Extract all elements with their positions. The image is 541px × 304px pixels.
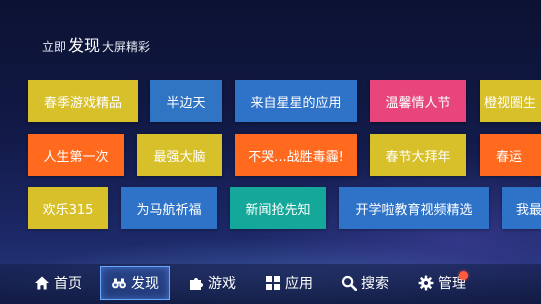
puzzle-icon bbox=[190, 278, 203, 290]
nav-label: 应用 bbox=[285, 276, 313, 292]
tile-label: 欢乐315 bbox=[42, 202, 94, 218]
tile-label: 我最 bbox=[516, 202, 541, 218]
heading-prefix: 立即 bbox=[42, 40, 67, 54]
nav-home[interactable]: 首页 bbox=[34, 266, 86, 300]
tile-label: 开学啦教育视频精选 bbox=[355, 202, 473, 218]
nav-label: 首页 bbox=[54, 276, 82, 292]
binoculars-icon bbox=[112, 278, 126, 289]
tile-spring-games[interactable]: 春季游戏精品 bbox=[28, 80, 138, 122]
nav-label: 搜索 bbox=[361, 276, 389, 292]
tile-beat-smog[interactable]: 不哭...战胜毒霾! bbox=[235, 134, 357, 176]
nav-label: 游戏 bbox=[208, 276, 236, 292]
gear-icon bbox=[418, 275, 434, 291]
tile-label: 新闻抢先知 bbox=[245, 202, 311, 218]
heading-emphasis: 发现 bbox=[68, 36, 101, 55]
tile-label: 不哭...战胜毒霾! bbox=[248, 149, 344, 165]
tile-label: 橙视圈生 bbox=[484, 95, 537, 111]
tile-school-videos[interactable]: 开学啦教育视频精选 bbox=[339, 187, 489, 229]
tile-label: 春运 bbox=[496, 149, 523, 165]
nav-games[interactable]: 游戏 bbox=[188, 266, 240, 300]
home-icon bbox=[35, 276, 49, 290]
nav-discover[interactable]: 发现 bbox=[100, 266, 170, 300]
tile-valentines[interactable]: 温馨情人节 bbox=[370, 80, 466, 122]
tile-new-year[interactable]: 春节大拜年 bbox=[370, 134, 466, 176]
section-heading: 立即 发现 大屏精彩 bbox=[42, 32, 150, 56]
nav-search[interactable]: 搜索 bbox=[341, 266, 393, 300]
tile-half-sky[interactable]: 半边天 bbox=[150, 80, 222, 122]
tile-my-best[interactable]: 我最 bbox=[502, 187, 541, 229]
nav-label: 发现 bbox=[131, 276, 159, 292]
heading-suffix: 大屏精彩 bbox=[102, 40, 151, 54]
tile-first-time[interactable]: 人生第一次 bbox=[28, 134, 124, 176]
tile-spring-travel[interactable]: 春运 bbox=[480, 134, 541, 176]
tile-label: 春节大拜年 bbox=[385, 149, 451, 165]
tile-label: 人生第一次 bbox=[43, 149, 109, 165]
tile-star-apps[interactable]: 来自星星的应用 bbox=[235, 80, 357, 122]
nav-apps[interactable]: 应用 bbox=[265, 266, 317, 300]
tile-happy-315[interactable]: 欢乐315 bbox=[28, 187, 108, 229]
tile-label: 温馨情人节 bbox=[385, 95, 451, 111]
tile-mh-prayer[interactable]: 为马航祈福 bbox=[121, 187, 217, 229]
tile-strongest-brain[interactable]: 最强大脑 bbox=[137, 134, 222, 176]
search-icon bbox=[341, 275, 357, 291]
notification-badge bbox=[459, 271, 468, 280]
tile-label: 为马航祈福 bbox=[136, 202, 202, 218]
tile-label: 春季游戏精品 bbox=[43, 95, 122, 111]
tile-label: 半边天 bbox=[166, 95, 206, 111]
tile-label: 最强大脑 bbox=[153, 149, 206, 165]
apps-grid-icon bbox=[266, 276, 280, 290]
tile-news-first[interactable]: 新闻抢先知 bbox=[230, 187, 326, 229]
tile-label: 来自星星的应用 bbox=[250, 95, 342, 111]
tile-orange-circle[interactable]: 橙视圈生 bbox=[480, 80, 541, 122]
